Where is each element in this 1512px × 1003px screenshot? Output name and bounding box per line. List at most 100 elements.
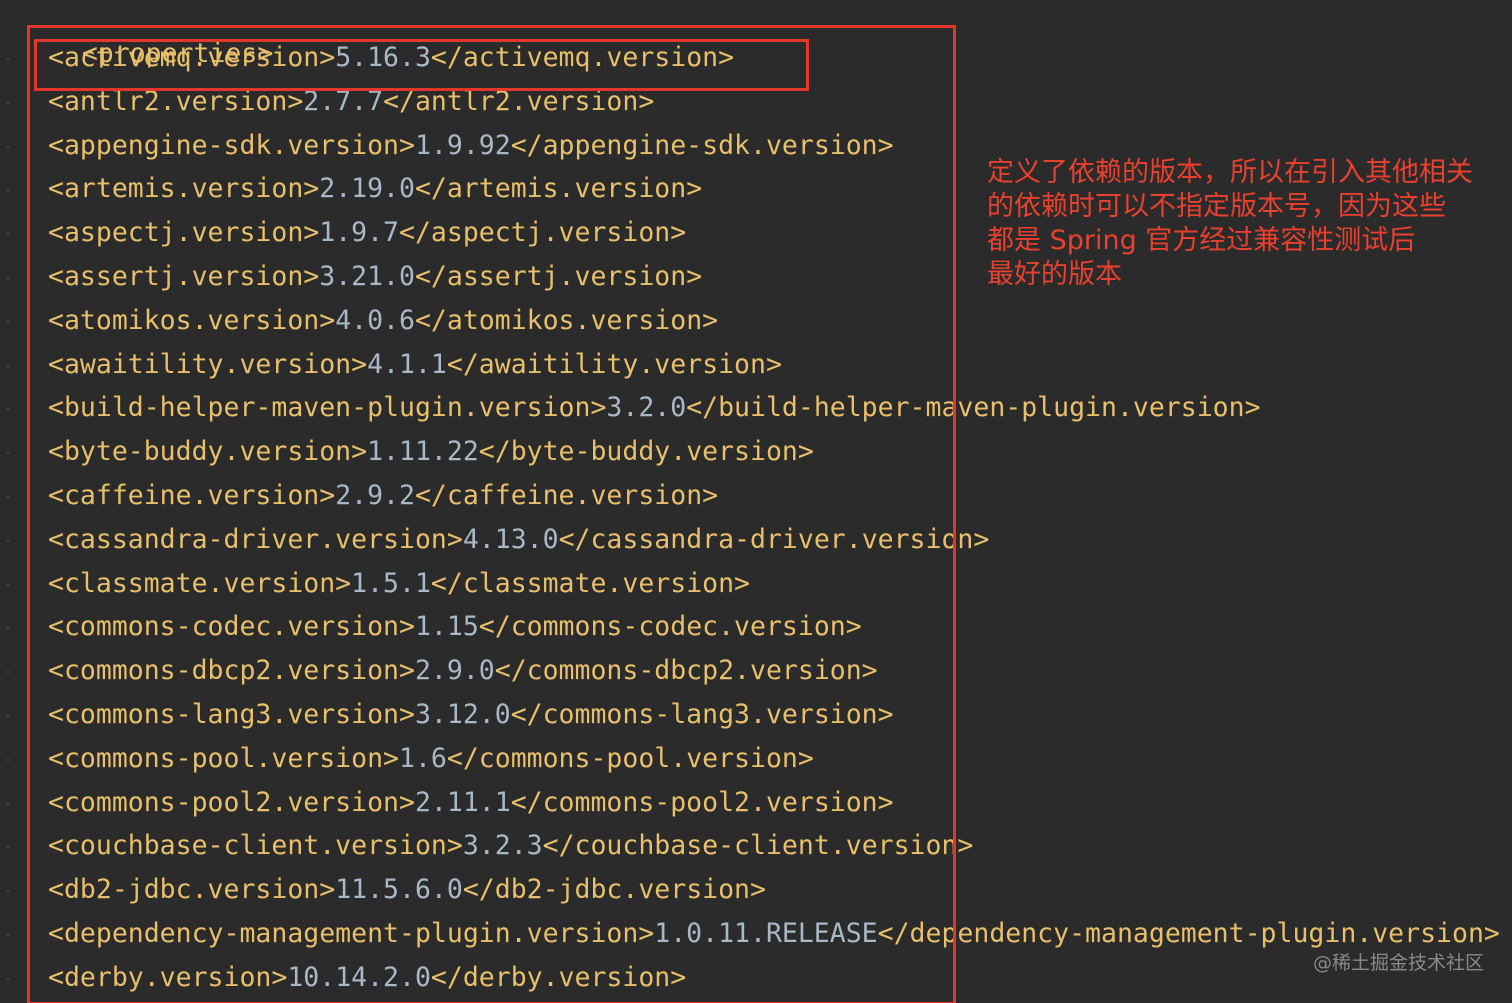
- open-tag: <couchbase-client.version>: [48, 830, 463, 862]
- open-tag: <assertj.version>: [48, 261, 320, 292]
- gutter-dot: [7, 189, 9, 192]
- code-line[interactable]: <build-helper-maven-plugin.version>3.2.0…: [48, 388, 1261, 428]
- gutter-dot: [7, 408, 9, 411]
- open-tag: <db2-jdbc.version>: [48, 874, 336, 906]
- close-tag: </caffeine.version>: [414, 480, 719, 511]
- version-value: 5.16.3: [335, 42, 431, 73]
- gutter-dot: [7, 846, 9, 849]
- code-line[interactable]: <caffeine.version>2.9.2</caffeine.versio…: [48, 476, 718, 516]
- gutter-dot: [7, 583, 9, 586]
- close-tag: </derby.version>: [430, 961, 687, 993]
- gutter-dot: [7, 934, 9, 936]
- close-tag: </classmate.version>: [430, 567, 751, 599]
- close-tag: </commons-codec.version>: [478, 611, 862, 643]
- gutter-dot: [7, 758, 9, 761]
- gutter-dot: [7, 715, 9, 717]
- open-tag: <antlr2.version>: [48, 85, 304, 117]
- open-tag: <build-helper-maven-plugin.version>: [48, 392, 607, 424]
- code-line[interactable]: <appengine-sdk.version>1.9.92</appengine…: [48, 126, 894, 166]
- watermark: @稀土掘金技术社区: [1312, 952, 1484, 974]
- close-tag: </artemis.version>: [414, 173, 703, 205]
- open-tag: <commons-pool2.version>: [48, 786, 415, 818]
- close-tag: </awaitility.version>: [446, 348, 782, 380]
- gutter-dot: [7, 977, 9, 980]
- version-value: 10.14.2.0: [287, 961, 431, 993]
- gutter-dot: [7, 320, 9, 323]
- open-tag: <commons-lang3.version>: [48, 699, 415, 730]
- version-value: 3.21.0: [319, 261, 415, 292]
- code-line[interactable]: <derby.version>10.14.2.0</derby.version>: [48, 958, 686, 998]
- gutter-dot: [7, 145, 9, 148]
- code-line[interactable]: <cassandra-driver.version>4.13.0</cassan…: [48, 520, 989, 560]
- close-tag: </aspectj.version>: [399, 217, 687, 249]
- open-tag: <commons-dbcp2.version>: [48, 655, 415, 687]
- close-tag: </appengine-sdk.version>: [510, 129, 894, 161]
- code-line[interactable]: <db2-jdbc.version>11.5.6.0</db2-jdbc.ver…: [48, 870, 766, 910]
- code-line[interactable]: <classmate.version>1.5.1</classmate.vers…: [48, 564, 750, 604]
- open-tag: <activemq.version>: [48, 42, 336, 73]
- version-value: 3.2.0: [606, 392, 687, 424]
- code-line[interactable]: <aspectj.version>1.9.7</aspectj.version>: [48, 213, 686, 253]
- gutter-dot: [7, 364, 9, 367]
- open-tag: <byte-buddy.version>: [48, 436, 368, 468]
- version-value: 2.9.0: [414, 655, 495, 687]
- code-line[interactable]: <commons-lang3.version>3.12.0</commons-l…: [48, 695, 894, 735]
- open-tag: <commons-pool.version>: [48, 742, 399, 774]
- open-tag: <classmate.version>: [48, 567, 352, 599]
- close-tag: </commons-dbcp2.version>: [494, 655, 878, 687]
- open-tag: <aspectj.version>: [48, 217, 320, 249]
- code-line[interactable]: <artemis.version>2.19.0</artemis.version…: [48, 169, 702, 209]
- version-value: 2.11.1: [414, 786, 511, 818]
- version-value: 2.7.7: [303, 85, 384, 117]
- close-tag: </cassandra-driver.version>: [558, 523, 990, 555]
- close-tag: </dependency-management-plugin.version>: [877, 918, 1500, 949]
- close-tag: </assertj.version>: [414, 261, 703, 292]
- close-tag: </byte-buddy.version>: [478, 436, 814, 468]
- gutter-dot: [7, 233, 9, 236]
- code-line[interactable]: <byte-buddy.version>1.11.22</byte-buddy.…: [48, 432, 814, 472]
- open-tag: <caffeine.version>: [48, 480, 336, 511]
- version-value: 2.19.0: [319, 173, 415, 205]
- code-line[interactable]: <dependency-management-plugin.version>1.…: [48, 914, 1500, 954]
- code-line[interactable]: <commons-codec.version>1.15</commons-cod…: [48, 607, 862, 647]
- open-tag: <commons-codec.version>: [48, 611, 415, 643]
- code-line[interactable]: <atomikos.version>4.0.6</atomikos.versio…: [48, 301, 718, 341]
- open-tag: <derby.version>: [48, 961, 288, 993]
- gutter-dot: [7, 277, 9, 279]
- close-tag: </couchbase-client.version>: [542, 830, 974, 862]
- version-value: 1.11.22: [367, 436, 479, 468]
- version-value: 1.6: [399, 742, 447, 774]
- gutter-dot: [7, 101, 9, 104]
- close-tag: </commons-pool2.version>: [510, 786, 894, 818]
- gutter-dot: [7, 890, 9, 893]
- open-tag: <awaitility.version>: [48, 348, 368, 380]
- close-tag: </build-helper-maven-plugin.version>: [686, 392, 1261, 424]
- close-tag: </atomikos.version>: [414, 304, 719, 336]
- code-line[interactable]: <assertj.version>3.21.0</assertj.version…: [48, 257, 702, 297]
- open-tag: <dependency-management-plugin.version>: [48, 918, 655, 949]
- version-value: 3.12.0: [414, 699, 511, 730]
- code-line[interactable]: <commons-pool2.version>2.11.1</commons-p…: [48, 783, 894, 823]
- close-tag: </activemq.version>: [430, 42, 735, 73]
- gutter-dot: [7, 671, 9, 674]
- code-line[interactable]: <commons-pool.version>1.6</commons-pool.…: [48, 739, 814, 779]
- close-tag: </db2-jdbc.version>: [462, 874, 766, 906]
- code-line[interactable]: <antlr2.version>2.7.7</antlr2.version>: [48, 82, 654, 122]
- properties-open-tag[interactable]: <properties>: [18, 0, 273, 69]
- close-tag: </commons-lang3.version>: [510, 699, 894, 730]
- code-line[interactable]: <couchbase-client.version>3.2.3</couchba…: [48, 826, 973, 866]
- version-value: 4.0.6: [335, 304, 415, 336]
- code-line[interactable]: <awaitility.version>4.1.1</awaitility.ve…: [48, 345, 782, 385]
- version-value: 1.9.92: [414, 129, 511, 161]
- version-value: 11.5.6.0: [335, 874, 463, 906]
- close-tag: </commons-pool.version>: [446, 742, 814, 774]
- code-line[interactable]: <activemq.version>5.16.3</activemq.versi…: [48, 38, 734, 78]
- code-line[interactable]: <commons-dbcp2.version>2.9.0</commons-db…: [48, 651, 878, 691]
- version-value: 1.15: [414, 611, 479, 643]
- open-tag: <appengine-sdk.version>: [48, 129, 415, 161]
- code-editor[interactable]: <properties> <activemq.version>5.16.3</a…: [0, 0, 1512, 1003]
- version-value: 1.9.7: [319, 217, 400, 249]
- version-value: 4.1.1: [367, 348, 447, 380]
- gutter-dot: [7, 539, 9, 542]
- gutter-dot: [7, 496, 9, 498]
